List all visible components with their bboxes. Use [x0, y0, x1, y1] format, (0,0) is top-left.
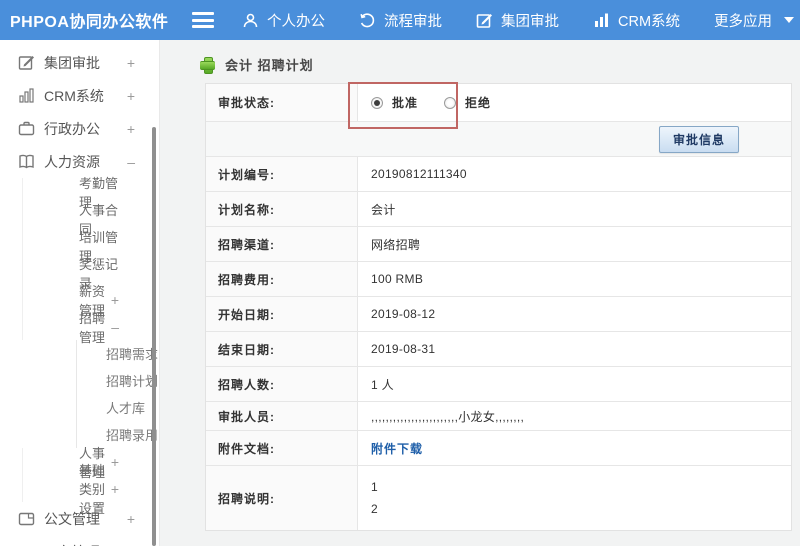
sidebar-scrollbar[interactable] [152, 127, 156, 546]
field-label: 结束日期: [206, 332, 358, 366]
sidebar-item-group-approval[interactable]: 集团审批 + [0, 46, 159, 79]
topbar-nav-label: 流程审批 [384, 13, 442, 30]
topbar: PHPOA协同办公软件 个人办公 流程审批 集团审批 CRM系统 更多应用 [0, 0, 800, 40]
field-label: 计划名称: [206, 192, 358, 226]
user-icon [242, 12, 259, 29]
table-row-plan-name: 计划名称: 会计 [206, 191, 791, 226]
radio-button-icon[interactable] [371, 96, 383, 109]
history-icon [359, 12, 376, 29]
field-label: 计划编号: [206, 157, 358, 191]
book-icon [18, 153, 35, 170]
table-row-recruit-headcount: 招聘人数: 1 人 [206, 366, 791, 401]
caret-down-icon [784, 17, 795, 23]
description-line: 2 [371, 502, 378, 516]
field-value: 1 人 [358, 367, 791, 401]
table-row-recruit-description: 招聘说明: 1 2 [206, 465, 791, 530]
table-row-approval-action: 审批信息 [206, 121, 791, 156]
page-title: 会计 招聘计划 [225, 58, 314, 73]
topbar-nav-workflow-approval[interactable]: 流程审批 [359, 10, 442, 31]
table-row-approvers: 审批人员: ,,,,,,,,,,,,,,,,,,,,,,,,小龙女,,,,,,,… [206, 401, 791, 430]
description-line: 1 [371, 480, 378, 494]
sidebar-item-crm[interactable]: CRM系统 + [0, 79, 159, 112]
field-label: 审批人员: [206, 402, 358, 430]
sidebar-item-base-category-settings[interactable]: 基础类别设置 + [22, 463, 159, 516]
collapse-icon[interactable]: – [111, 320, 119, 334]
sidebar-item-talent-pool[interactable]: 人才库 [76, 394, 159, 421]
topbar-nav-label: CRM系统 [618, 13, 681, 30]
topbar-nav-label: 集团审批 [501, 13, 559, 30]
approval-status-options: 批准 拒绝 [358, 84, 791, 121]
sidebar-item-vehicle-mgmt[interactable]: 用车管理 + [0, 535, 159, 546]
edit-icon [476, 12, 493, 29]
field-label: 附件文档: [206, 431, 358, 465]
bar-chart-icon [18, 87, 35, 104]
table-row-recruit-channel: 招聘渠道: 网络招聘 [206, 226, 791, 261]
topbar-nav-more-apps[interactable]: 更多应用 [714, 10, 795, 31]
topbar-nav-personal-office[interactable]: 个人办公 [242, 10, 325, 31]
briefcase-icon [18, 120, 35, 137]
table-row-start-date: 开始日期: 2019-08-12 [206, 296, 791, 331]
table-row-end-date: 结束日期: 2019-08-31 [206, 331, 791, 366]
add-icon[interactable] [200, 57, 215, 74]
field-label: 开始日期: [206, 297, 358, 331]
sidebar: 集团审批 + CRM系统 + 行政办公 + 人力资源 – 考勤管理 人事合同 培… [0, 40, 160, 546]
topbar-nav-crm[interactable]: CRM系统 [593, 10, 680, 31]
app-window: PHPOA协同办公软件 个人办公 流程审批 集团审批 CRM系统 更多应用 集团… [0, 0, 800, 546]
expand-icon[interactable]: + [127, 89, 135, 103]
radio-reject[interactable]: 拒绝 [444, 94, 491, 111]
field-value: 2019-08-31 [358, 332, 791, 366]
expand-icon[interactable]: + [127, 56, 135, 70]
topbar-nav-group-approval[interactable]: 集团审批 [476, 10, 559, 31]
sidebar-item-admin-office[interactable]: 行政办公 + [0, 112, 159, 145]
table-row-approval-status: 审批状态: 批准 拒绝 [206, 84, 791, 121]
topbar-nav-label: 更多应用 [714, 13, 773, 30]
field-value: 1 2 [358, 466, 791, 530]
field-value: 100 RMB [358, 262, 791, 296]
expand-icon[interactable]: + [111, 455, 119, 469]
document-icon [18, 510, 35, 527]
sidebar-item-recruit-plan[interactable]: 招聘计划 [76, 367, 159, 394]
field-value: 网络招聘 [358, 227, 791, 261]
main-content: 会计 招聘计划 审批状态: 批准 拒绝 审批信息 计划编号: 201908121… [160, 40, 800, 546]
field-value: 会计 [358, 192, 791, 226]
sidebar-menu: 集团审批 + CRM系统 + 行政办公 + 人力资源 – 考勤管理 人事合同 培… [0, 46, 159, 546]
table-row-recruit-cost: 招聘费用: 100 RMB [206, 261, 791, 296]
radio-label: 批准 [392, 96, 419, 110]
attachment-download-link[interactable]: 附件下载 [371, 440, 423, 457]
field-value: 2019-08-12 [358, 297, 791, 331]
expand-icon[interactable]: + [127, 122, 135, 136]
expand-icon[interactable]: + [127, 512, 135, 526]
edit-icon [18, 54, 35, 71]
sidebar-item-recruit-mgmt[interactable]: 招聘管理 – [22, 311, 159, 345]
app-logo: PHPOA协同办公软件 [10, 14, 169, 31]
topbar-nav: 个人办公 流程审批 集团审批 CRM系统 更多应用 [242, 10, 795, 31]
radio-label: 拒绝 [465, 96, 492, 110]
field-label: 招聘费用: [206, 262, 358, 296]
radio-button-icon[interactable] [444, 96, 457, 109]
field-label: 招聘说明: [206, 466, 358, 530]
field-value: 20190812111340 [358, 157, 791, 191]
collapse-icon[interactable]: – [127, 155, 135, 169]
field-label: 招聘人数: [206, 367, 358, 401]
recruit-plan-detail-table: 审批状态: 批准 拒绝 审批信息 计划编号: 20190812111340 计划… [205, 83, 792, 531]
page-title-row: 会计 招聘计划 [200, 55, 314, 74]
topbar-nav-label: 个人办公 [267, 13, 325, 30]
table-row-attachment: 附件文档: 附件下载 [206, 430, 791, 465]
expand-icon[interactable]: + [111, 482, 119, 496]
field-label: 审批状态: [206, 84, 358, 121]
hamburger-menu-icon[interactable] [192, 12, 214, 28]
bar-chart-icon [593, 12, 610, 29]
radio-approve[interactable]: 批准 [371, 94, 418, 111]
expand-icon[interactable]: + [111, 293, 119, 307]
field-value: ,,,,,,,,,,,,,,,,,,,,,,,,小龙女,,,,,,,, [358, 402, 791, 430]
table-row-plan-number: 计划编号: 20190812111340 [206, 156, 791, 191]
approval-info-button[interactable]: 审批信息 [658, 125, 739, 153]
field-value: 附件下载 [358, 431, 791, 465]
field-label: 招聘渠道: [206, 227, 358, 261]
